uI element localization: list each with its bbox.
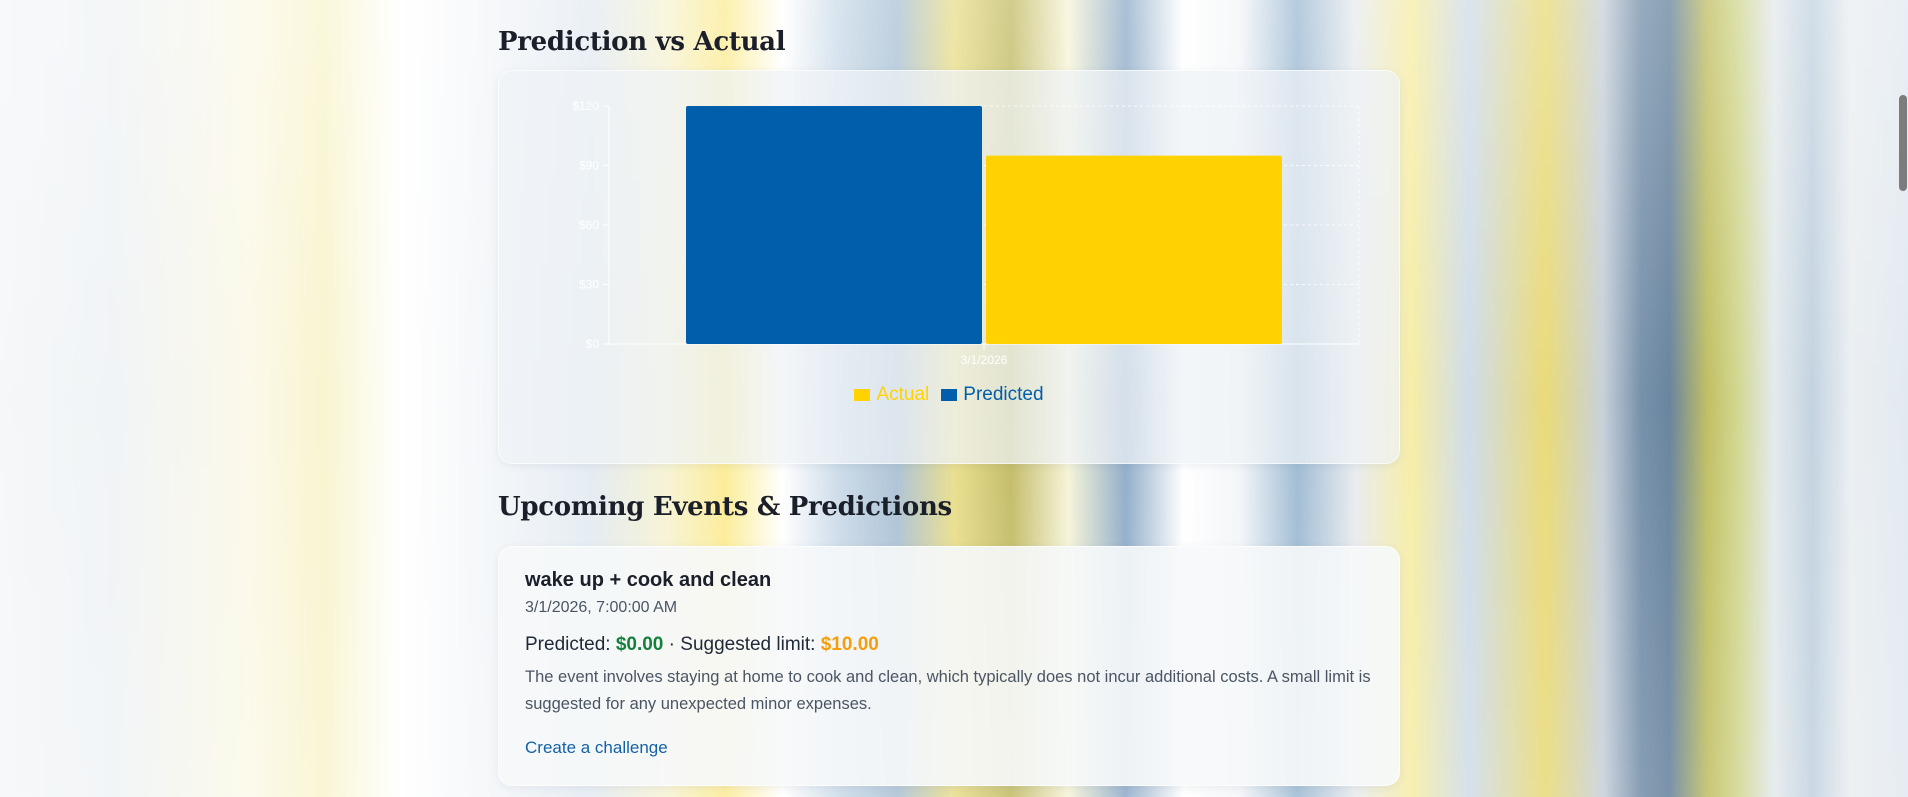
- event-description: The event involves staying at home to co…: [525, 668, 1371, 713]
- legend-label-predicted: Predicted: [963, 384, 1044, 405]
- legend-swatch-predicted: [941, 389, 958, 401]
- event-card: wake up + cook and clean 3/1/2026, 7:00:…: [498, 546, 1400, 786]
- scrollbar-thumb[interactable]: [1899, 95, 1907, 191]
- legend-label-actual: Actual: [876, 384, 930, 405]
- section-title-prediction-vs-actual: Prediction vs Actual: [498, 27, 786, 57]
- y-tick-label: $60: [579, 218, 599, 232]
- prediction-separator: ·: [663, 634, 681, 655]
- legend-item-predicted[interactable]: Predicted: [941, 384, 1044, 406]
- bar-actual: [986, 155, 1282, 344]
- y-tick-label: $90: [579, 159, 599, 173]
- event-title: wake up + cook and clean: [525, 569, 772, 591]
- x-tick-label: 3/1/2026: [961, 353, 1008, 367]
- predicted-amount: $0.00: [615, 634, 664, 655]
- section-title-upcoming-events: Upcoming Events & Predictions: [498, 492, 952, 522]
- chart-legend: Actual Predicted: [499, 384, 1399, 406]
- y-tick-label: $0: [586, 337, 600, 351]
- bar-predicted: [686, 106, 982, 344]
- predicted-label: Predicted:: [525, 634, 611, 655]
- legend-swatch-actual: [854, 389, 871, 401]
- y-tick-label: $120: [572, 99, 599, 113]
- prediction-chart-card: $0 $30 $60 $90 $120 3/1/2026 Actual Predicted: [498, 70, 1400, 464]
- suggested-limit-label: Suggested limit:: [680, 634, 816, 655]
- legend-item-actual[interactable]: Actual: [854, 384, 929, 406]
- event-prediction-line: Predicted: $0.00 · Suggested limit: $10.…: [525, 634, 879, 656]
- page-scrollbar[interactable]: [1898, 0, 1908, 797]
- create-challenge-link[interactable]: Create a challenge: [525, 738, 668, 758]
- suggested-limit-amount: $10.00: [820, 634, 879, 655]
- y-tick-label: $30: [579, 278, 599, 292]
- event-datetime: 3/1/2026, 7:00:00 AM: [525, 599, 678, 616]
